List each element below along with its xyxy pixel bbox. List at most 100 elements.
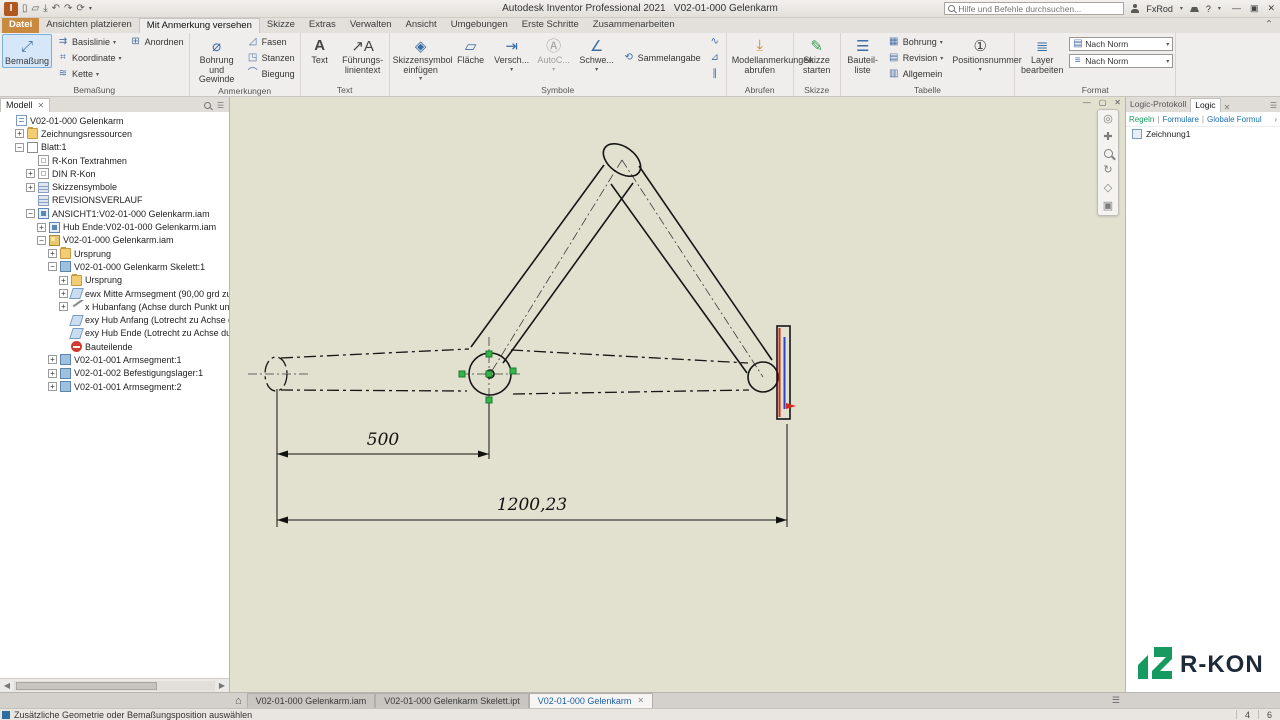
tree-item-armsegment-1[interactable]: +V02-01-001 Armsegment:1 (0, 353, 229, 366)
expander-icon[interactable]: + (37, 223, 46, 232)
expander-icon[interactable]: − (15, 143, 24, 152)
dimension-1200[interactable]: 1200,23 (277, 424, 787, 527)
revision-button[interactable]: ▤ Revision ▾ (885, 50, 947, 66)
versch-dropdown-icon[interactable]: ▾ (510, 66, 513, 73)
search-input[interactable] (958, 4, 1120, 14)
group-label-text[interactable]: Text (303, 84, 387, 96)
tab-datei[interactable]: Datei (2, 18, 39, 33)
anordnen-button[interactable]: ⊞ Anordnen (127, 34, 187, 50)
revision-dropdown-icon[interactable]: ▾ (940, 55, 943, 62)
doc-minimize-icon[interactable]: — (1083, 98, 1091, 107)
basislinie-dropdown-icon[interactable]: ▾ (113, 39, 116, 46)
tree-item-din-rkon[interactable]: +DIN R-Kon (0, 167, 229, 180)
expander-icon[interactable]: + (59, 302, 68, 311)
open-file-icon[interactable]: ▱ (32, 2, 40, 16)
expander-icon[interactable]: + (59, 276, 68, 285)
browser-menu-icon[interactable]: ☰ (217, 101, 224, 110)
skizze-starten-button[interactable]: ✎ Skizze starten (796, 34, 838, 75)
allgemein-button[interactable]: ▥ Allgemein (885, 66, 947, 82)
username[interactable]: FxRod (1146, 4, 1173, 14)
doctab-gelenkarm-active[interactable]: V02-01-000 Gelenkarm ✕ (529, 693, 653, 708)
link-regeln[interactable]: Regeln (1129, 115, 1154, 124)
skizzensymbol-dropdown-icon[interactable]: ▾ (419, 75, 422, 82)
kette-button[interactable]: ≋ Kette ▾ (54, 66, 125, 82)
save-icon[interactable]: ⤓ (43, 2, 47, 16)
drawing-sheet[interactable]: 500 1200,23 (230, 97, 1125, 691)
inventor-app-icon[interactable]: I (4, 2, 18, 16)
drawing-canvas[interactable]: — ▢ ✕ ◎ ✚ ↻ ◇ ▣ (230, 97, 1125, 692)
group-label-bemassung[interactable]: Bemaßung (2, 84, 187, 96)
arm-geometry[interactable] (469, 137, 778, 395)
tree-item-bauteilende[interactable]: Bauteilende (0, 340, 229, 353)
doctab-skelett-ipt[interactable]: V02-01-000 Gelenkarm Skelett.ipt (375, 693, 529, 708)
positionsnummer-button[interactable]: ① Positionsnummer ▾ (948, 34, 1012, 73)
tab-zusammenarbeiten[interactable]: Zusammenarbeiten (586, 18, 682, 33)
tab-verwalten[interactable]: Verwalten (343, 18, 399, 33)
tree-item-textrahmen[interactable]: R-Kon Textrahmen (0, 154, 229, 167)
expander-icon[interactable]: − (26, 209, 35, 218)
weld-end-button[interactable]: ∥ (706, 66, 724, 82)
scroll-left-icon[interactable]: ◀ (0, 681, 14, 690)
schwe-dropdown-icon[interactable]: ▾ (595, 66, 598, 73)
tree-item-hub-anfang-ebene[interactable]: exy Hub Anfang (Lotrecht zu Achse durch … (0, 313, 229, 326)
skizzensymbol-button[interactable]: ◈ Skizzensymbol einfügen ▾ (392, 34, 450, 82)
expander-icon[interactable]: + (48, 369, 57, 378)
bemassung-button[interactable]: ⤢ Bemaßung (2, 34, 52, 68)
expander-icon[interactable]: + (48, 249, 57, 258)
pan-icon[interactable]: ✚ (1103, 131, 1112, 143)
logic-item-zeichnung1[interactable]: Zeichnung1 (1126, 127, 1280, 141)
layer-dropdown[interactable]: ≡ Nach Norm ▾ (1069, 54, 1173, 68)
koordinate-button[interactable]: ⌗ Koordinate ▾ (54, 50, 125, 66)
flaeche-button[interactable]: ▱ Fläche (452, 34, 490, 66)
tab-logic-protokoll[interactable]: Logic-Protokoll (1126, 98, 1190, 112)
fasen-button[interactable]: ◿ Fasen (244, 34, 298, 50)
close-button[interactable]: ✕ (1267, 3, 1275, 14)
layer-dropdown-arrow-icon[interactable]: ▾ (1166, 58, 1169, 65)
tab-logic[interactable]: Logic (1190, 98, 1220, 112)
user-dropdown-icon[interactable]: ▾ (1180, 5, 1183, 12)
undo-icon[interactable]: ↶ (52, 2, 60, 16)
tree-item-blatt1[interactable]: −Blatt:1 (0, 141, 229, 154)
group-label-format[interactable]: Format (1017, 84, 1173, 96)
links-overflow-icon[interactable]: › (1274, 115, 1277, 124)
help-icon[interactable]: ? (1206, 4, 1211, 14)
expander-icon[interactable]: + (26, 169, 35, 178)
tree-item-revisionsverlauf[interactable]: REVISIONSVERLAUF (0, 194, 229, 207)
dimension-1200-text[interactable]: 1200,23 (497, 495, 567, 515)
tree-item-hub-ende-ebene[interactable]: exy Hub Ende (Lotrecht zu Achse durch Pu… (0, 327, 229, 340)
zoom-icon[interactable] (1104, 149, 1113, 158)
expander-icon[interactable]: + (15, 129, 24, 138)
ribbon-collapse-icon[interactable]: ⌃ (1258, 18, 1280, 33)
minimize-button[interactable]: — (1232, 3, 1241, 14)
weld-caterpillar-button[interactable]: ∿ (706, 34, 724, 50)
tree-item-ansicht1[interactable]: −ANSICHT1:V02-01-000 Gelenkarm.iam (0, 207, 229, 220)
tree-item-mitte-armsegment[interactable]: +ewx Mitte Armsegment (90,00 grd zu YZ P… (0, 287, 229, 300)
dimension-500[interactable]: 500 (277, 389, 489, 527)
schwe-button[interactable]: ∠ Schwe... ▾ (576, 34, 618, 73)
tree-item-hubanfang-achse[interactable]: +x Hubanfang (Achse durch Punkt und Eben… (0, 300, 229, 313)
sammelangabe-button[interactable]: ⟲ Sammelangabe (620, 50, 704, 66)
group-label-abrufen[interactable]: Abrufen (729, 84, 791, 96)
tab-umgebungen[interactable]: Umgebungen (444, 18, 515, 33)
actuator-bar[interactable] (777, 326, 796, 419)
orbit-icon[interactable]: ↻ (1103, 164, 1112, 176)
tree-item-root[interactable]: V02-01-000 Gelenkarm (0, 114, 229, 127)
group-label-tabelle[interactable]: Tabelle (843, 84, 1013, 96)
doctab-gelenkarm-iam[interactable]: V02-01-000 Gelenkarm.iam (247, 693, 376, 708)
zoom-window-icon[interactable]: ▣ (1103, 200, 1113, 212)
layer-bearbeiten-button[interactable]: ≣ Layer bearbeiten (1017, 34, 1067, 75)
tree-item-gelenkarm-iam[interactable]: −V02-01-000 Gelenkarm.iam (0, 234, 229, 247)
bohrung-tabelle-button[interactable]: ▦ Bohrung ▾ (885, 34, 947, 50)
stanzen-button[interactable]: ◳ Stanzen (244, 50, 298, 66)
doctab-close-icon[interactable]: ✕ (637, 694, 644, 708)
tree-item-befestigungslager[interactable]: +V02-01-002 Befestigungslager:1 (0, 367, 229, 380)
fuehrungslinientext-button[interactable]: ↗A Führungs-linientext (339, 34, 387, 75)
tree-item-ursprung-1[interactable]: +Ursprung (0, 247, 229, 260)
tree-item-hub-ende[interactable]: +Hub Ende:V02-01-000 Gelenkarm.iam (0, 220, 229, 233)
tab-ansicht[interactable]: Ansicht (399, 18, 444, 33)
style-dropdown[interactable]: ▤ Nach Norm ▾ (1069, 37, 1173, 51)
koordinate-dropdown-icon[interactable]: ▾ (119, 55, 122, 62)
expander-icon[interactable]: + (59, 289, 68, 298)
expander-icon[interactable]: + (26, 183, 35, 192)
redo-icon[interactable]: ↷ (64, 2, 72, 16)
